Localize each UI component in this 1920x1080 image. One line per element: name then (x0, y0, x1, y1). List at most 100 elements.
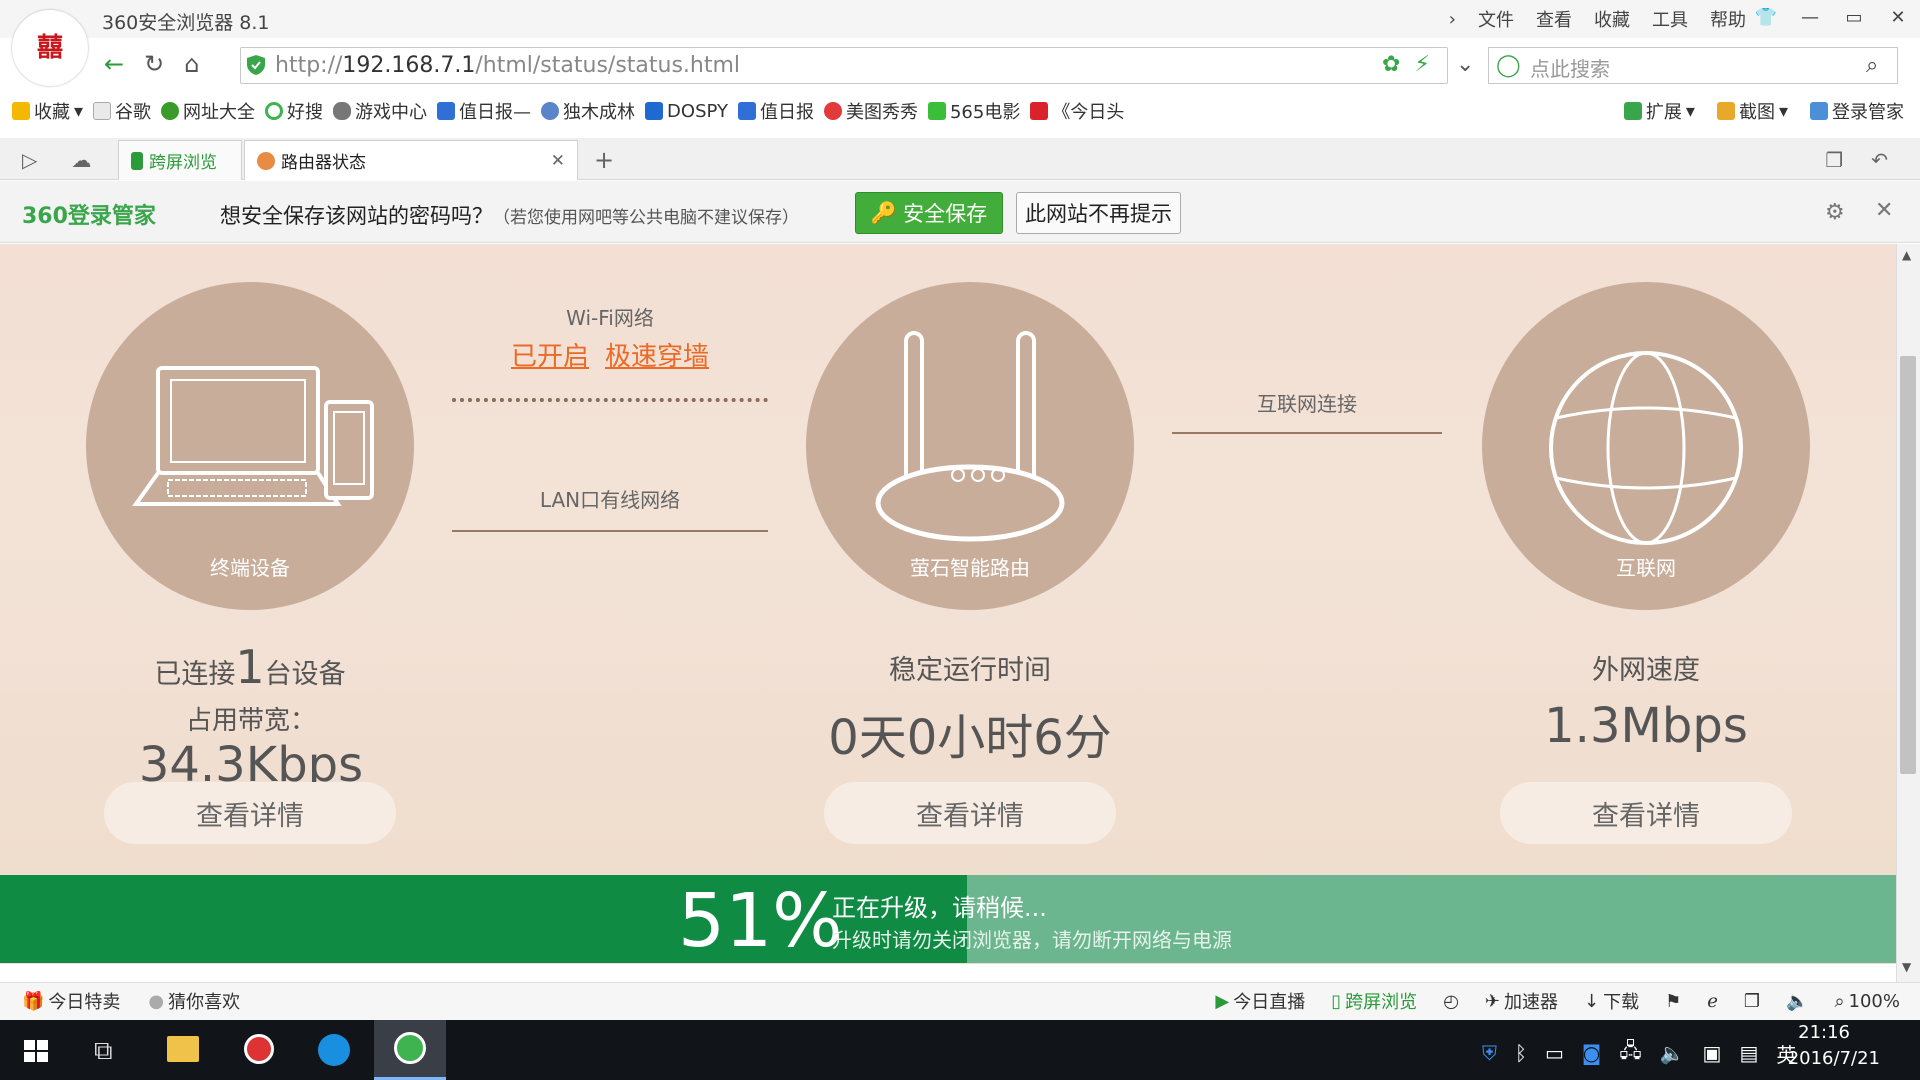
download-button[interactable]: ↓ 下载 (1584, 988, 1639, 1014)
bookmark-item[interactable]: 独木成林 (541, 98, 635, 124)
bookmark-item[interactable]: 《今日头 (1030, 98, 1124, 124)
windows-start-icon[interactable] (24, 1040, 48, 1062)
window-icon[interactable]: ❐ (1744, 991, 1760, 1012)
bookmark-label: 值日报 (759, 102, 814, 123)
chevron-right-icon[interactable]: › (1449, 9, 1456, 30)
flag-icon[interactable]: ⚑ (1665, 991, 1681, 1012)
shield-icon (247, 55, 265, 75)
undo-close-icon[interactable]: ↶ (1871, 148, 1888, 172)
app-icon[interactable] (244, 1034, 274, 1064)
scroll-up-icon[interactable]: ▲ (1902, 248, 1911, 262)
bluetooth-icon[interactable]: ᛒ (1515, 1041, 1527, 1065)
display-icon[interactable]: ▣ (1703, 1041, 1722, 1065)
dot-icon: ● (148, 990, 165, 1012)
ie-icon[interactable]: ℯ (1707, 991, 1718, 1012)
connected-suffix: 台设备 (264, 659, 346, 690)
daily-deals[interactable]: 🎁 今日特卖 (22, 988, 120, 1014)
bookmark-item[interactable]: 网址大全 (161, 98, 255, 124)
router-details-button[interactable]: 查看详情 (824, 782, 1116, 844)
speedometer-icon[interactable]: ◴ (1443, 991, 1459, 1012)
clock-time[interactable]: 21:16 (1798, 1022, 1850, 1043)
menu-help[interactable]: 帮助 (1710, 6, 1746, 32)
search-engine-icon[interactable]: ◯ (1496, 53, 1521, 78)
cloud-sync-icon[interactable]: ◙ (1582, 1041, 1601, 1065)
login-manager-button[interactable]: 登录管家 (1810, 98, 1904, 124)
home-icon[interactable]: ⌂ (184, 50, 199, 78)
bookmark-item[interactable]: 谷歌 (93, 98, 151, 124)
zoom-control[interactable]: ⌕ 100% (1834, 991, 1900, 1012)
volume-icon[interactable]: 🔈 (1786, 991, 1808, 1012)
menu-file[interactable]: 文件 (1478, 6, 1514, 32)
browser-logo[interactable]: 囍 (12, 10, 88, 86)
bookmark-label: 值日报— (459, 102, 532, 123)
router-circle[interactable]: 萤石智能路由 (806, 282, 1134, 610)
accelerator-button[interactable]: ✈ 加速器 (1485, 988, 1558, 1014)
bookmark-favorites[interactable]: 收藏 ▾ (12, 98, 83, 124)
bookmark-item[interactable]: 美图秀秀 (823, 98, 918, 124)
task-view-icon[interactable]: ⧉ (94, 1036, 113, 1067)
never-remind-button[interactable]: 此网站不再提示 (1016, 192, 1181, 234)
tab-router-status[interactable]: 路由器状态 ✕ (244, 140, 578, 180)
skin-shirt-icon[interactable]: 👕 (1744, 0, 1788, 34)
menu-tools[interactable]: 工具 (1652, 6, 1688, 32)
wan-speed-value: 1.3Mbps (1544, 698, 1748, 754)
search-icon[interactable]: ⌕ (1866, 53, 1878, 78)
new-tab-button[interactable]: + (594, 146, 614, 174)
compat-mode-icon[interactable]: ✿ (1382, 52, 1400, 77)
bookmark-item[interactable]: 游戏中心 (333, 98, 427, 124)
menu-view[interactable]: 查看 (1536, 6, 1572, 32)
safe-save-button[interactable]: 🔑 安全保存 (855, 192, 1003, 234)
bookmark-item[interactable]: 值日报 (737, 98, 814, 124)
internet-circle[interactable]: 互联网 (1482, 282, 1810, 610)
qq-browser-icon[interactable] (318, 1034, 350, 1066)
bookmark-item[interactable]: 值日报— (437, 98, 531, 124)
menu-favorites[interactable]: 收藏 (1594, 6, 1630, 32)
live-button[interactable]: ▶ 今日直播 (1215, 988, 1305, 1014)
cloud-icon[interactable]: ☁ (71, 148, 91, 172)
devices-details-button[interactable]: 查看详情 (104, 782, 396, 844)
url-text[interactable]: http://192.168.7.1/html/status/status.ht… (275, 53, 740, 78)
battery-icon[interactable]: ▭ (1545, 1041, 1564, 1065)
you-may-like[interactable]: ● 猜你喜欢 (148, 988, 240, 1014)
status-right: ▶ 今日直播 ▯ 跨屏浏览 ◴ ✈ 加速器 ↓ 下载 ⚑ ℯ ❐ 🔈 ⌕ 100% (1215, 988, 1900, 1014)
star-icon (12, 102, 30, 120)
security-shield-icon[interactable]: ⛨ (1482, 1041, 1497, 1065)
devices-circle[interactable]: 终端设备 (86, 282, 414, 610)
sidebar-toggle-icon[interactable]: ▷ (22, 148, 37, 172)
back-arrow-icon[interactable]: ← (104, 50, 124, 78)
bookmark-item[interactable]: DOSPY (645, 101, 728, 122)
360-browser-taskbar-item[interactable] (374, 1020, 446, 1080)
screenshot-button[interactable]: 截图 ▾ (1716, 98, 1788, 124)
file-explorer-icon[interactable] (167, 1036, 199, 1062)
cross-screen-button[interactable]: ▯ 跨屏浏览 (1331, 988, 1417, 1014)
bookmarks-right: 扩展 ▾ 截图 ▾ 登录管家 (1623, 98, 1904, 124)
notification-icon[interactable]: ▤ (1739, 1041, 1758, 1065)
close-bar-icon[interactable]: ✕ (1875, 198, 1893, 223)
extensions-button[interactable]: 扩展 ▾ (1623, 98, 1695, 124)
clock-date[interactable]: 2016/7/21 (1788, 1048, 1880, 1069)
internet-details-button[interactable]: 查看详情 (1500, 782, 1792, 844)
settings-gear-icon[interactable]: ⚙ (1825, 200, 1845, 225)
tab-cross-screen[interactable]: 跨屏浏览 (118, 140, 242, 180)
refresh-icon[interactable]: ↻ (144, 50, 164, 78)
speed-mode-icon[interactable]: ⚡ (1414, 52, 1429, 77)
maximize-button[interactable]: ▭ (1832, 0, 1876, 34)
phone-icon (131, 151, 143, 170)
wifi-enabled-link[interactable]: 已开启 (511, 336, 589, 373)
download-label: 下载 (1603, 992, 1640, 1013)
scrollbar-thumb[interactable] (1900, 356, 1916, 774)
close-window-button[interactable]: ✕ (1876, 0, 1920, 34)
wifi-boost-link[interactable]: 极速穿墙 (605, 336, 709, 373)
restore-tabs-icon[interactable]: ❐ (1825, 148, 1843, 172)
scroll-down-icon[interactable]: ▼ (1902, 960, 1911, 974)
bookmark-item[interactable]: 565电影 (927, 98, 1020, 124)
network-icon[interactable]: 🖧 (1619, 1036, 1641, 1070)
minimize-button[interactable]: — (1788, 0, 1832, 34)
bookmark-item[interactable]: 好搜 (265, 98, 323, 124)
dropdown-chevron-icon[interactable]: ⌄ (1456, 52, 1474, 77)
accelerator-label: 加速器 (1503, 992, 1558, 1013)
close-tab-icon[interactable]: ✕ (551, 151, 565, 171)
extensions-icon (1623, 102, 1642, 120)
bandwidth-label: 占用带宽： (185, 706, 316, 736)
volume-tray-icon[interactable]: 🔈 (1660, 1041, 1685, 1065)
